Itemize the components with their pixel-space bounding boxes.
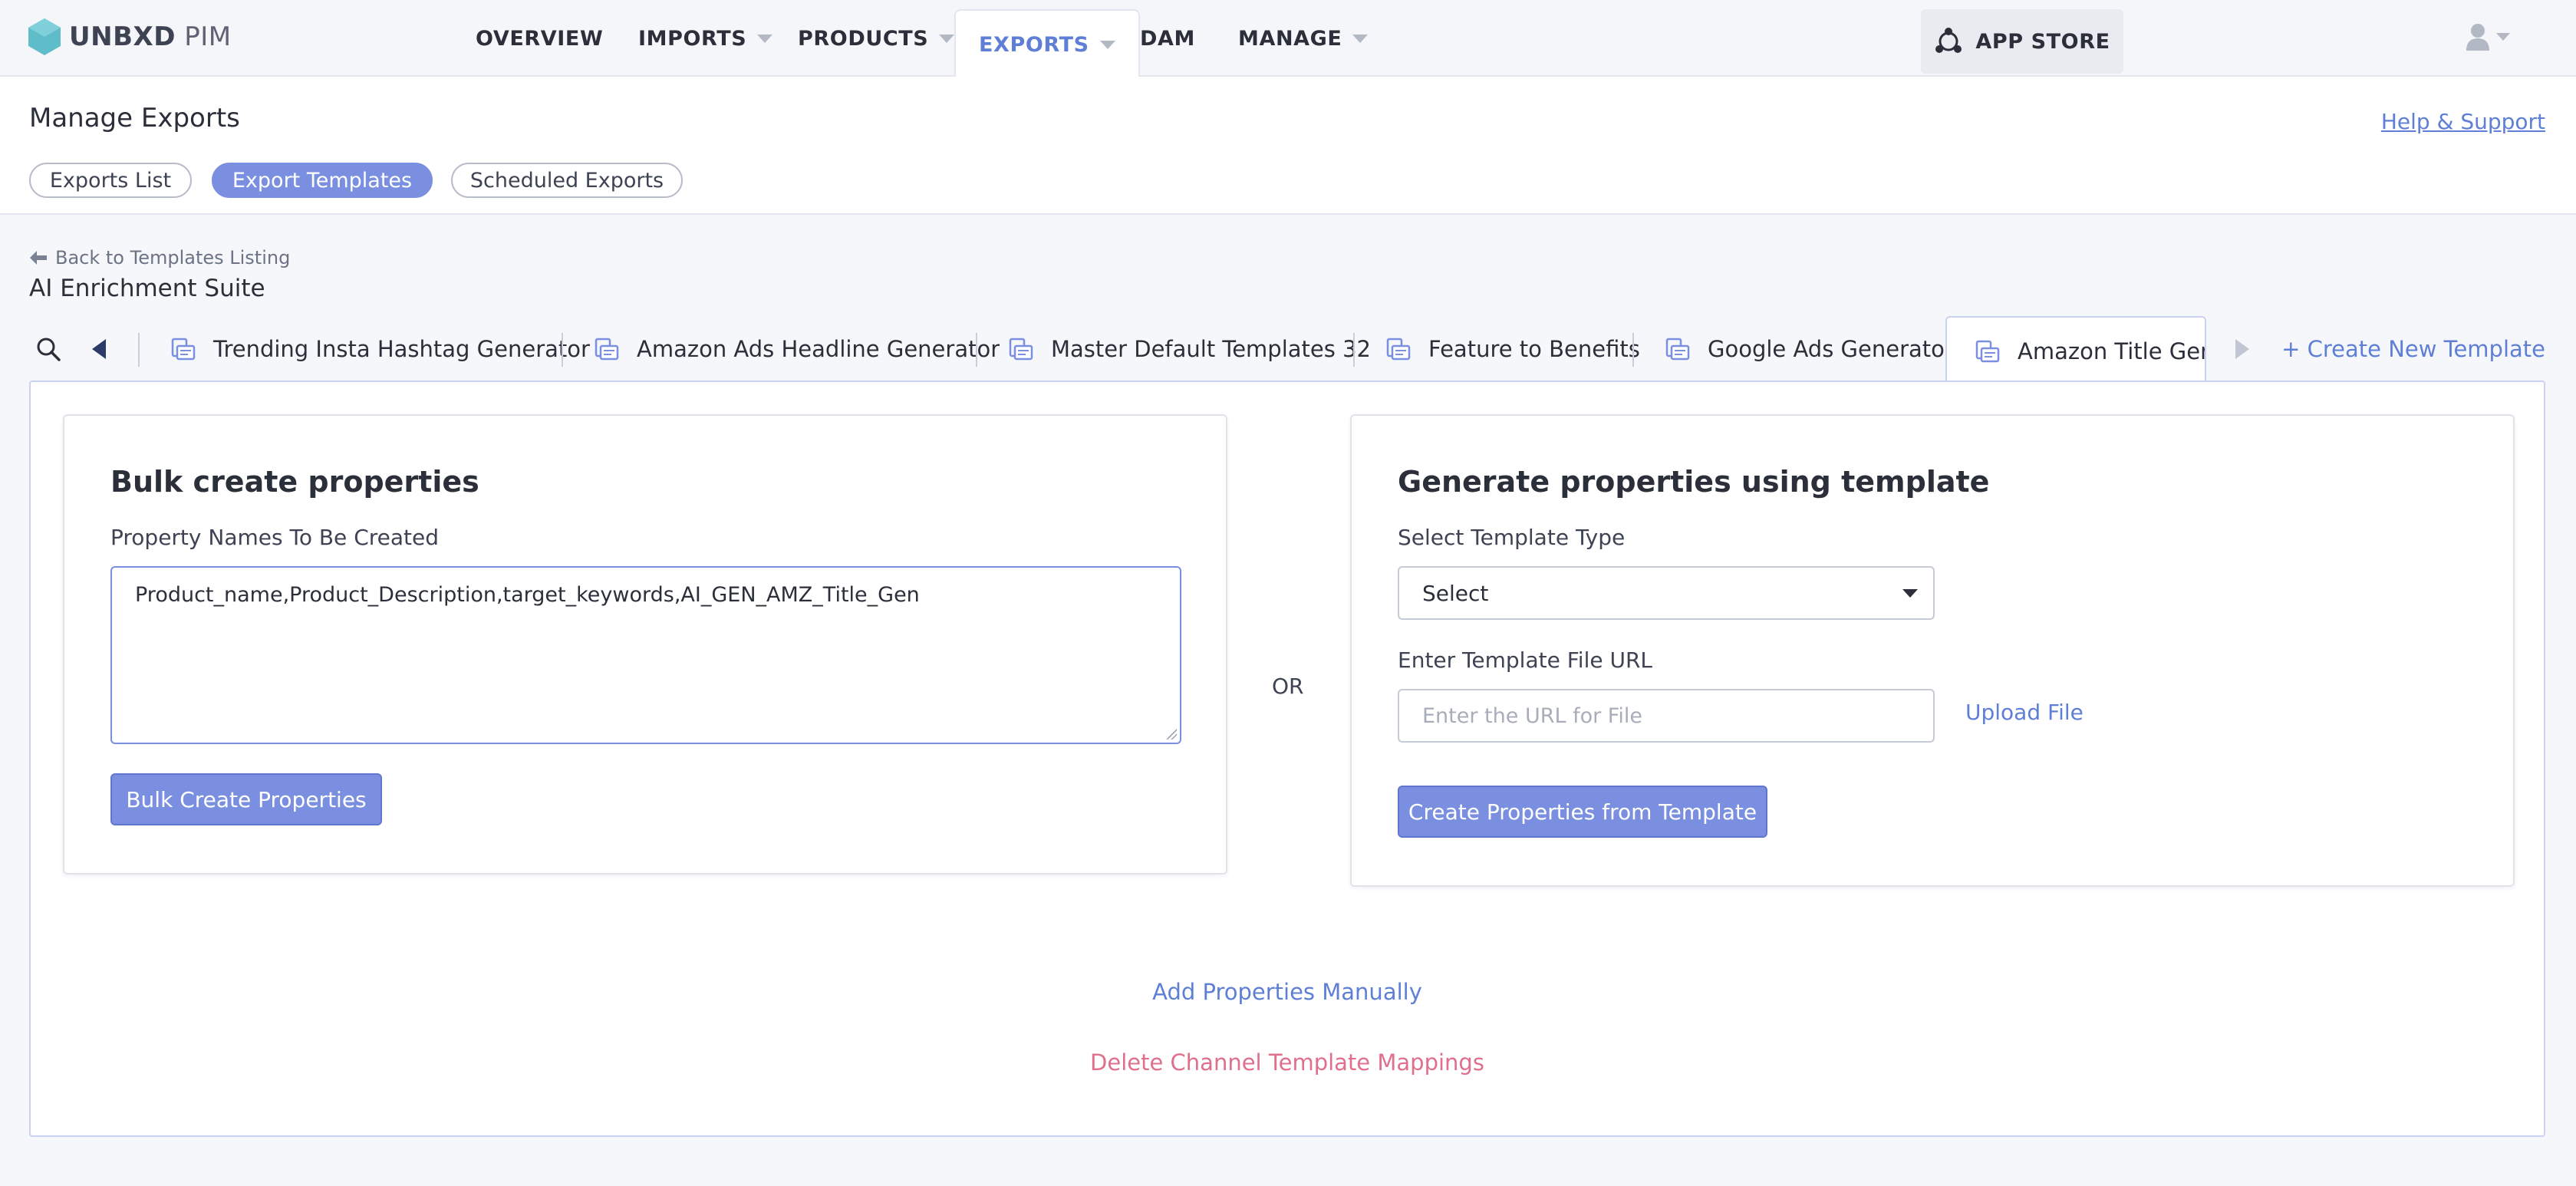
upload-file-link[interactable]: Upload File: [1965, 700, 2084, 725]
tab-divider: [138, 333, 140, 367]
tabs-next-icon[interactable]: [2235, 339, 2249, 359]
tab-google-ads-generator[interactable]: Google Ads Generator: [1665, 316, 1954, 382]
tab-divider: [976, 333, 977, 367]
user-menu[interactable]: [2466, 23, 2510, 51]
logo-hex-icon: [28, 18, 61, 55]
chevron-down-icon: [2496, 33, 2510, 41]
help-support-link[interactable]: Help & Support: [2381, 109, 2545, 134]
tab-divider: [1632, 333, 1634, 367]
generate-title: Generate properties using template: [1398, 465, 1990, 499]
app-store-icon: [1935, 28, 1962, 53]
chevron-down-icon: [757, 34, 773, 43]
subtab-scheduled-exports[interactable]: Scheduled Exports: [451, 163, 683, 198]
bulk-create-properties-button[interactable]: Bulk Create Properties: [110, 773, 382, 825]
template-icon: [1386, 338, 1411, 361]
template-icon: [1009, 338, 1033, 361]
arrow-left-icon: [30, 251, 47, 265]
chevron-down-icon: [1099, 40, 1115, 49]
back-to-templates-link[interactable]: Back to Templates Listing: [29, 247, 290, 268]
create-new-template-link[interactable]: + Create New Template: [2281, 336, 2545, 362]
app-store-label: APP STORE: [1975, 29, 2110, 54]
subtab-exports-list[interactable]: Exports List: [29, 163, 192, 198]
bulk-create-card: Bulk create properties Property Names To…: [63, 414, 1227, 875]
template-url-label: Enter Template File URL: [1398, 647, 1653, 673]
nav-overview[interactable]: OVERVIEW: [476, 0, 603, 77]
nav-dam[interactable]: DAM: [1140, 0, 1195, 77]
template-tabs: Trending Insta Hashtag Generator Amazon …: [0, 316, 2576, 385]
add-properties-manually-link[interactable]: Add Properties Manually: [1152, 979, 1422, 1005]
template-icon: [595, 338, 619, 361]
nav-products[interactable]: PRODUCTS: [798, 0, 955, 77]
tab-divider: [1353, 333, 1355, 367]
tab-trending-insta-hashtag-generator[interactable]: Trending Insta Hashtag Generator: [170, 316, 590, 382]
logo[interactable]: UNBXD PIM: [28, 17, 232, 57]
template-url-input[interactable]: Enter the URL for File: [1398, 689, 1935, 743]
delete-channel-template-mappings-link[interactable]: Delete Channel Template Mappings: [1090, 1049, 1484, 1076]
subtab-export-templates[interactable]: Export Templates: [212, 163, 433, 198]
property-names-textarea[interactable]: Product_name,Product_Description,target_…: [110, 566, 1181, 744]
tab-amazon-title-generator[interactable]: Amazon Title Generator: [1945, 316, 2206, 385]
nav-manage[interactable]: MANAGE: [1238, 0, 1369, 77]
template-icon: [171, 338, 196, 361]
template-type-select[interactable]: Select: [1398, 566, 1935, 620]
chevron-down-icon: [939, 34, 955, 43]
page-title: Manage Exports: [29, 103, 240, 133]
page-header: Manage Exports Help & Support Exports Li…: [0, 77, 2576, 215]
template-icon: [1665, 338, 1690, 361]
resize-handle-icon[interactable]: [1166, 729, 1177, 740]
template-type-label: Select Template Type: [1398, 525, 1626, 550]
search-button[interactable]: [35, 336, 61, 365]
tab-amazon-ads-headline-generator[interactable]: Amazon Ads Headline Generator: [594, 316, 1000, 382]
suite-title: AI Enrichment Suite: [29, 275, 265, 302]
generate-from-template-card: Generate properties using template Selec…: [1350, 414, 2515, 887]
tab-divider: [562, 333, 563, 367]
app-store-button[interactable]: APP STORE: [1921, 9, 2123, 74]
logo-main: UNBXD: [69, 21, 176, 52]
property-names-value: Product_name,Product_Description,target_…: [135, 583, 920, 607]
tab-master-default-templates-32[interactable]: Master Default Templates 32: [1008, 316, 1371, 382]
search-icon: [37, 338, 61, 361]
create-properties-from-template-button[interactable]: Create Properties from Template: [1398, 786, 1767, 838]
chevron-down-icon: [1902, 589, 1918, 598]
nav-exports[interactable]: EXPORTS: [954, 9, 1140, 78]
or-divider: OR: [1272, 674, 1304, 699]
tabs-prev-icon[interactable]: [92, 339, 106, 359]
bulk-create-title: Bulk create properties: [110, 465, 479, 499]
top-navigation: UNBXD PIM OVERVIEW IMPORTS PRODUCTS EXPO…: [0, 0, 2576, 78]
nav-imports[interactable]: IMPORTS: [638, 0, 773, 77]
chevron-down-icon: [1352, 34, 1369, 43]
user-icon: [2466, 24, 2489, 51]
tab-feature-to-benefits[interactable]: Feature to Benefits: [1385, 316, 1640, 382]
template-editor-panel: Bulk create properties Property Names To…: [29, 381, 2545, 1137]
template-icon: [1975, 340, 2000, 363]
property-names-label: Property Names To Be Created: [110, 525, 439, 550]
logo-sub: PIM: [184, 21, 232, 52]
